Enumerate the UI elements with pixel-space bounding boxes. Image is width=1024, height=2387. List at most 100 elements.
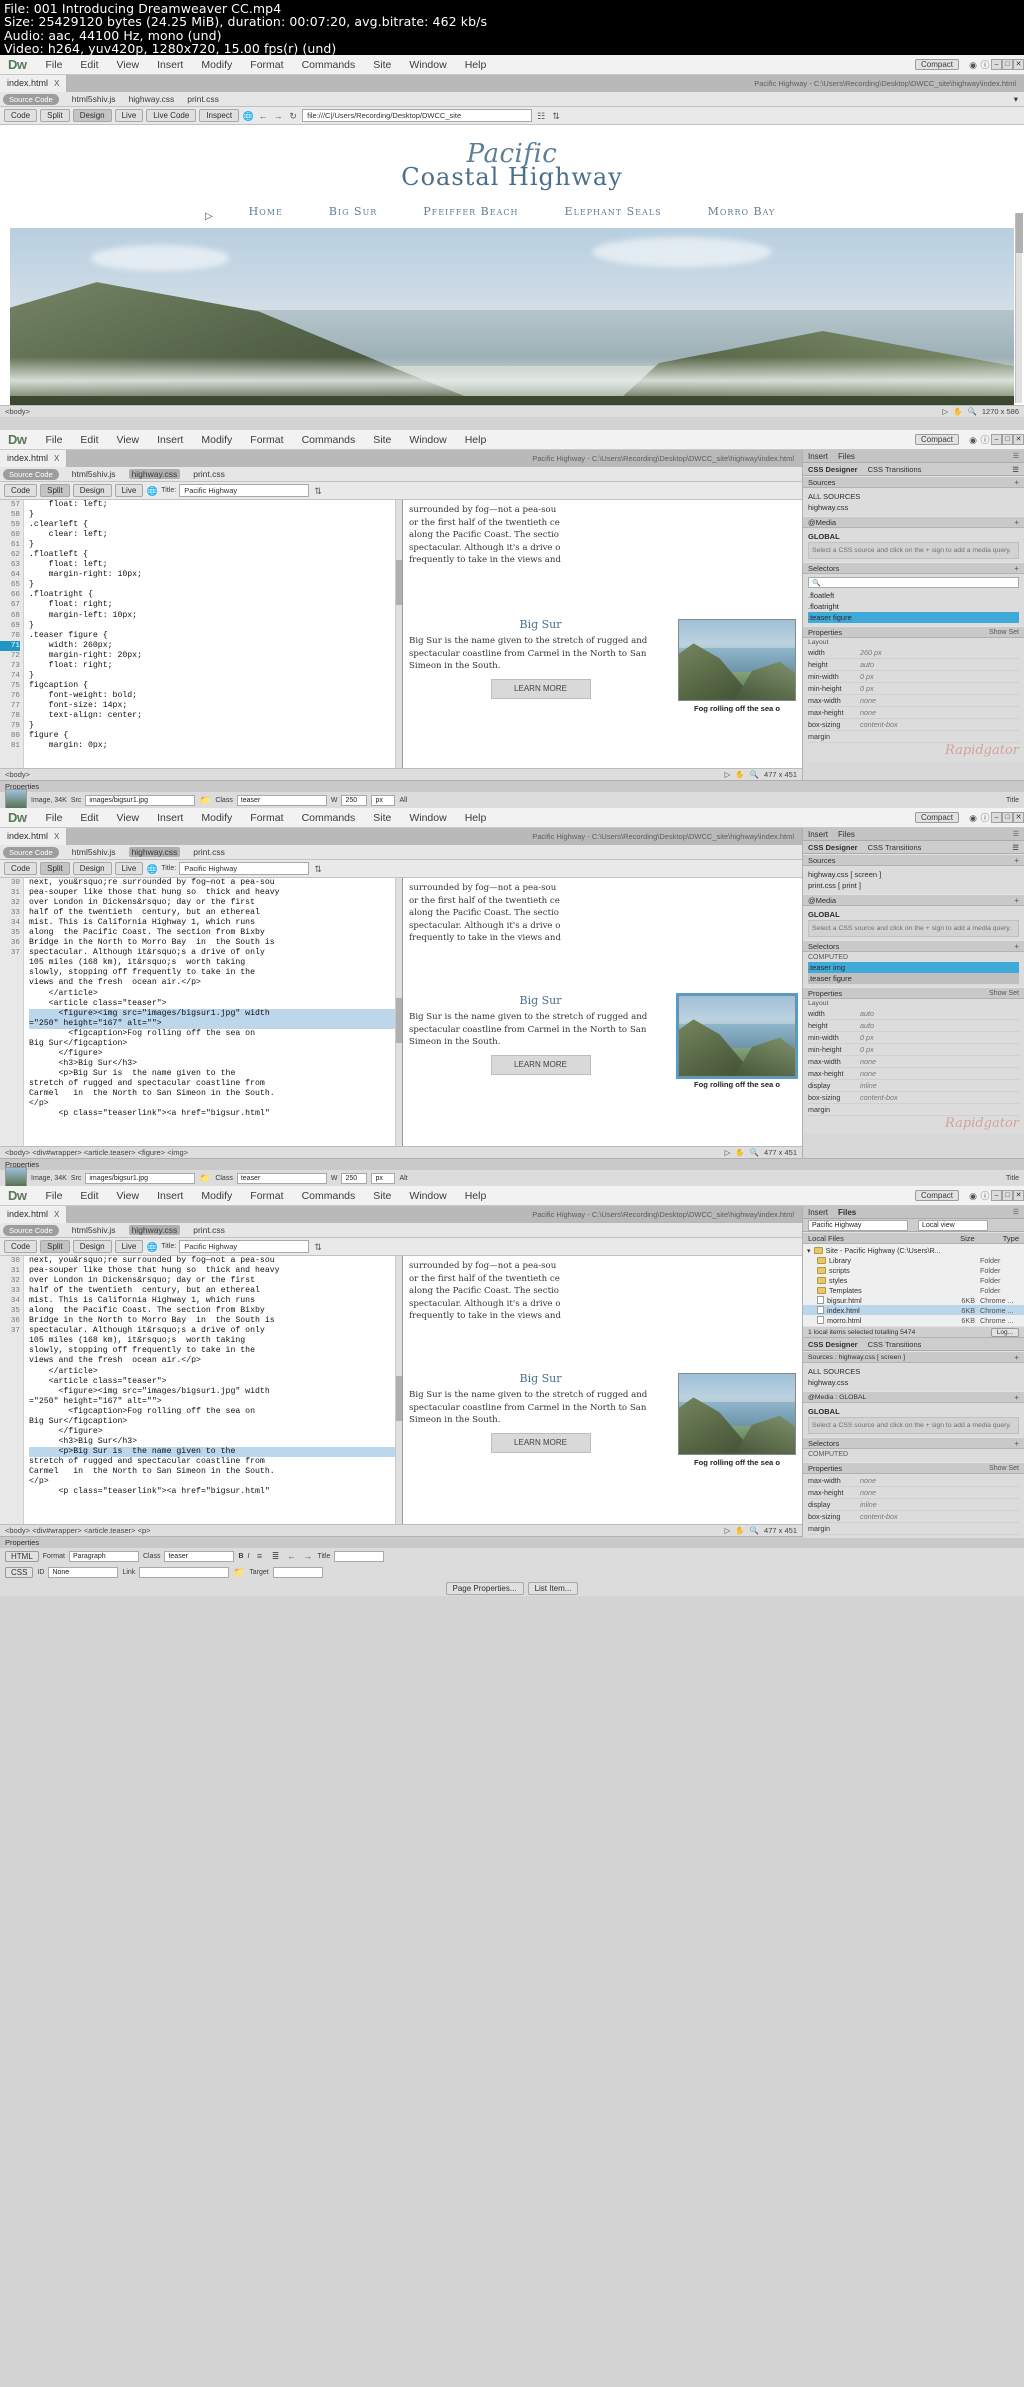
sync-icon[interactable]: ⇅ bbox=[312, 1241, 324, 1253]
teaser-figure[interactable]: Fog rolling off the sea o bbox=[678, 1372, 796, 1470]
property-value[interactable]: content-box bbox=[860, 720, 898, 729]
related-file-html5shiv[interactable]: html5shiv.js bbox=[72, 469, 116, 479]
menu-item-help[interactable]: Help bbox=[456, 1190, 496, 1202]
inspect-button[interactable]: Inspect bbox=[199, 109, 240, 122]
property-value[interactable]: auto bbox=[860, 660, 874, 669]
learn-more-button[interactable]: LEARN MORE bbox=[490, 678, 591, 699]
add-source-icon[interactable]: + bbox=[1014, 856, 1019, 865]
bigsur-image[interactable] bbox=[678, 1372, 796, 1455]
menu-item-view[interactable]: View bbox=[108, 434, 149, 446]
code-line[interactable]: } bbox=[29, 580, 402, 590]
property-row[interactable]: height auto bbox=[808, 1020, 1019, 1032]
code-line[interactable]: views and the fresh ocean air.</p> bbox=[29, 1356, 402, 1366]
property-row[interactable]: margin bbox=[808, 1523, 1019, 1535]
zoom-tool-icon[interactable]: 🔍 bbox=[968, 407, 977, 416]
teaser-figure[interactable]: Fog rolling off the sea o bbox=[676, 992, 798, 1092]
view-select[interactable]: Local view bbox=[918, 1219, 988, 1231]
code-line[interactable]: <p class="teaserlink"><a href="bigsur.ht… bbox=[29, 1487, 402, 1497]
file-row[interactable]: morro.html 6KB Chrome ... bbox=[803, 1315, 1024, 1325]
menu-item-window[interactable]: Window bbox=[400, 434, 455, 446]
files-root-row[interactable]: ▾ Site - Pacific Highway (C:\Users\R... bbox=[803, 1245, 1024, 1255]
source-item-highway-css[interactable]: highway.css bbox=[808, 502, 1019, 513]
view-button-split[interactable]: Split bbox=[40, 1240, 70, 1253]
related-file-html5shiv[interactable]: html5shiv.js bbox=[72, 1225, 116, 1235]
code-line[interactable]: pea-souper like those that hung so thick… bbox=[29, 1266, 402, 1276]
panel-tab-files[interactable]: Files bbox=[838, 1208, 856, 1217]
help-icon[interactable]: ⓘ bbox=[979, 434, 991, 446]
property-value[interactable]: 0 px bbox=[860, 1033, 874, 1042]
workspace-switcher[interactable]: Compact bbox=[914, 1190, 959, 1201]
minimize-button[interactable]: – bbox=[991, 812, 1002, 823]
all-sources-item[interactable]: ALL SOURCES bbox=[808, 491, 1019, 502]
menu-item-window[interactable]: Window bbox=[400, 59, 455, 71]
show-set-checkbox[interactable]: Show Set bbox=[989, 1465, 1019, 1472]
show-set-checkbox[interactable]: Show Set bbox=[989, 629, 1019, 636]
class-select[interactable]: teaser bbox=[236, 794, 327, 806]
code-line[interactable]: float: left; bbox=[29, 500, 402, 510]
vertical-scrollbar[interactable] bbox=[1015, 213, 1023, 403]
window-size-value[interactable]: 477 x 451 bbox=[764, 1526, 797, 1535]
code-line[interactable]: stretch of rugged and spectacular coastl… bbox=[29, 1079, 402, 1089]
html-tab-button[interactable]: HTML bbox=[5, 1550, 39, 1562]
close-icon[interactable]: X bbox=[54, 1210, 59, 1219]
code-line[interactable]: </figure> bbox=[29, 1049, 402, 1059]
related-file-print-css[interactable]: print.css bbox=[193, 469, 225, 479]
close-button[interactable]: ✕ bbox=[1013, 812, 1024, 823]
cc-sync-icon[interactable]: ◉ bbox=[967, 434, 979, 446]
code-lines[interactable]: float: left;} .clearleft { clear: left;}.… bbox=[24, 500, 402, 768]
code-line[interactable]: <h3>Big Sur</h3> bbox=[29, 1437, 402, 1447]
width-unit-select[interactable]: px bbox=[371, 794, 396, 806]
menu-item-edit[interactable]: Edit bbox=[71, 434, 107, 446]
workspace-switcher[interactable]: Compact bbox=[914, 434, 959, 445]
title-input[interactable] bbox=[334, 1550, 385, 1562]
menu-item-file[interactable]: File bbox=[37, 1190, 72, 1202]
code-line[interactable]: figure { bbox=[29, 731, 402, 741]
zoom-tool-icon[interactable]: 🔍 bbox=[750, 770, 759, 779]
view-button-split[interactable]: Split bbox=[40, 109, 70, 122]
design-pane-3[interactable]: surrounded by fog—not a pea-sou or the f… bbox=[402, 878, 802, 1146]
menu-item-edit[interactable]: Edit bbox=[71, 812, 107, 824]
code-line[interactable]: } bbox=[29, 621, 402, 631]
window-size-value[interactable]: 477 x 451 bbox=[764, 770, 797, 779]
menu-item-view[interactable]: View bbox=[108, 812, 149, 824]
select-tool-icon[interactable]: ▷ bbox=[725, 770, 731, 779]
panel-tab-insert[interactable]: Insert bbox=[808, 830, 828, 839]
design-pane-2[interactable]: surrounded by fog—not a pea-sou or the f… bbox=[402, 500, 802, 768]
width-unit-select[interactable]: px bbox=[371, 1172, 396, 1184]
related-files-menu-icon[interactable]: ▾ bbox=[1014, 94, 1024, 105]
hand-tool-icon[interactable]: ✋ bbox=[953, 407, 962, 416]
cc-sync-icon[interactable]: ◉ bbox=[967, 59, 979, 71]
code-line[interactable]: font-size: 14px; bbox=[29, 701, 402, 711]
add-media-icon[interactable]: + bbox=[1014, 518, 1019, 527]
window-size-value[interactable]: 1270 x 586 bbox=[982, 407, 1019, 416]
nav-item-morro-bay[interactable]: Morro Bay bbox=[708, 205, 776, 218]
related-file-highway-css[interactable]: highway.css bbox=[128, 469, 181, 479]
unordered-list-icon[interactable]: ≡ bbox=[253, 1550, 265, 1562]
add-source-icon[interactable]: + bbox=[1014, 1353, 1019, 1362]
tag-selector[interactable]: <body> <div#wrapper> <article.teaser> <f… bbox=[5, 1148, 188, 1157]
property-row[interactable]: max-width none bbox=[808, 1475, 1019, 1487]
property-row[interactable]: margin bbox=[808, 731, 1019, 743]
menu-item-modify[interactable]: Modify bbox=[192, 59, 241, 71]
menu-item-insert[interactable]: Insert bbox=[148, 59, 192, 71]
menu-item-format[interactable]: Format bbox=[241, 812, 292, 824]
maximize-button[interactable]: □ bbox=[1002, 1190, 1013, 1201]
property-row[interactable]: max-height none bbox=[808, 1068, 1019, 1080]
id-select[interactable]: None bbox=[48, 1566, 119, 1578]
source-code-button[interactable]: Source Code bbox=[3, 93, 59, 105]
selector-floatright[interactable]: .floatright bbox=[808, 601, 1019, 612]
code-line[interactable]: along the Pacific Coast. The section fro… bbox=[29, 928, 402, 938]
selector-floatleft[interactable]: .floatleft bbox=[808, 590, 1019, 601]
property-value[interactable]: auto bbox=[860, 1021, 874, 1030]
design-view-stage-1[interactable]: Pacific Coastal Highway ▷ Home Big Sur P… bbox=[0, 125, 1024, 405]
panel-menu-icon[interactable]: ☰ bbox=[1013, 452, 1019, 460]
code-line[interactable]: <figcaption>Fog rolling off the sea on bbox=[29, 1407, 402, 1417]
property-value[interactable]: content-box bbox=[860, 1093, 898, 1102]
code-line[interactable]: over London in Dickens&rsquo; day or the… bbox=[29, 898, 402, 908]
indent-icon[interactable]: → bbox=[301, 1550, 313, 1562]
related-file-print-css[interactable]: print.css bbox=[193, 847, 225, 857]
format-select[interactable]: Paragraph bbox=[68, 1550, 139, 1562]
files-tree[interactable]: ▾ Site - Pacific Highway (C:\Users\R... … bbox=[803, 1244, 1024, 1326]
file-row[interactable]: Library Folder bbox=[803, 1255, 1024, 1265]
source-code-button[interactable]: Source Code bbox=[3, 1224, 59, 1236]
